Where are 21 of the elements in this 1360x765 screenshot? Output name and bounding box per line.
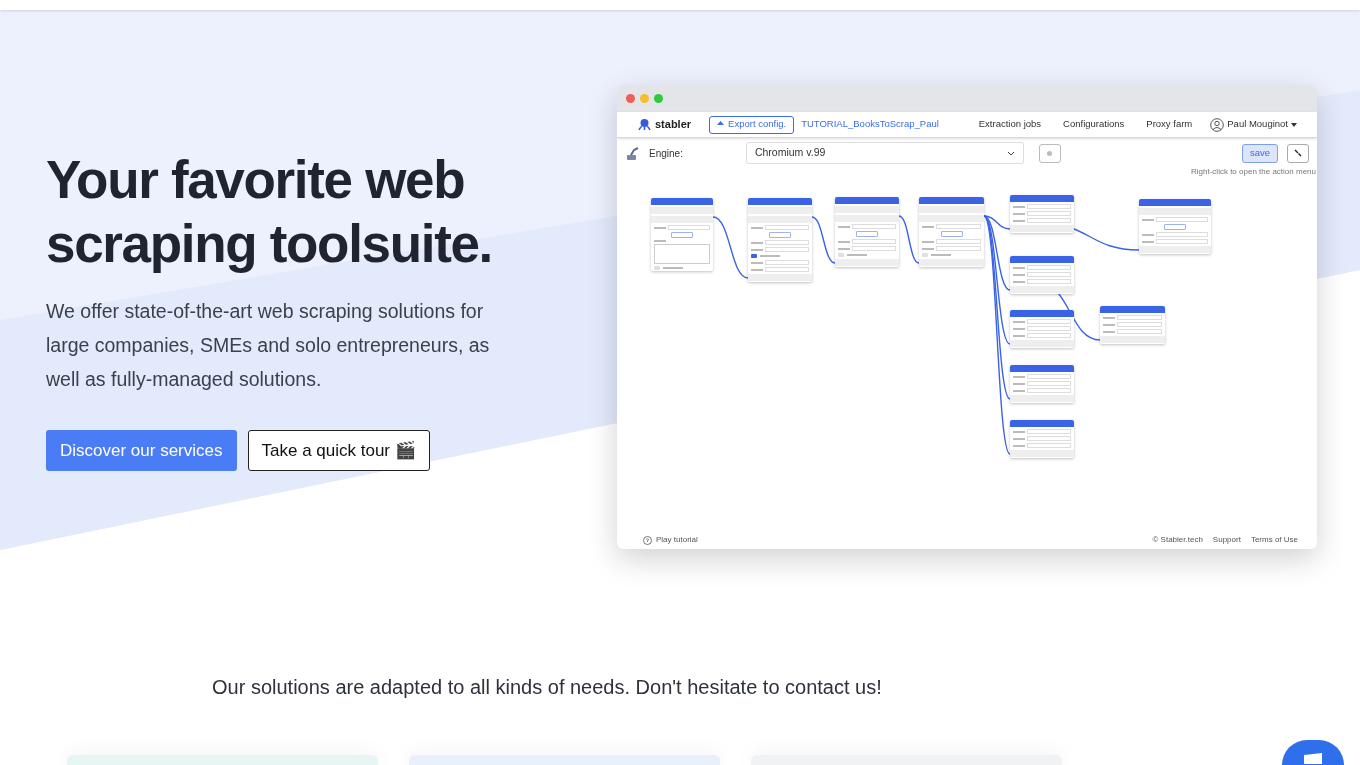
brand-name: stabler [655, 117, 692, 133]
play-tutorial-link[interactable]: Play tutorial [656, 534, 698, 546]
save-button[interactable]: save [1242, 143, 1278, 163]
footer-link[interactable]: Support [1212, 534, 1241, 546]
discover-services-button[interactable]: Discover our services [46, 430, 237, 471]
config-name-link[interactable]: TUTORIAL_BooksToScrap_Paul [801, 117, 939, 132]
quick-tour-button[interactable]: Take a quick tour 🎬 [247, 430, 430, 471]
hero-title-line: Your favorite web [46, 149, 466, 211]
tagline: Our solutions are adapted to all kinds of needs. Don't hesitate to contact us! [212, 675, 882, 700]
nav-link[interactable]: Proxy farm [1146, 117, 1193, 132]
engine-label: Engine: [649, 146, 683, 161]
footer-link[interactable]: Terms of Use [1250, 534, 1298, 546]
engine-select[interactable]: Chromium v.99 [745, 142, 1024, 164]
hint-text: Right-click to open the action menu [1191, 166, 1316, 178]
export-config-button[interactable]: Export config. [709, 115, 795, 134]
nav-link[interactable]: Extraction jobs [978, 117, 1042, 132]
hero-description: We offer state-of-the-art web scraping solutions for large companies, SMEs and solo entrepreneurs, as well as fully-managed solutions. [46, 299, 491, 392]
nav-link[interactable]: Configurations [1063, 117, 1125, 132]
copyright-text: © Stabler.tech [1152, 534, 1203, 546]
user-name[interactable]: Paul Mouginot [1227, 117, 1288, 132]
hero-title-line: scraping toolsuite. [46, 213, 493, 275]
